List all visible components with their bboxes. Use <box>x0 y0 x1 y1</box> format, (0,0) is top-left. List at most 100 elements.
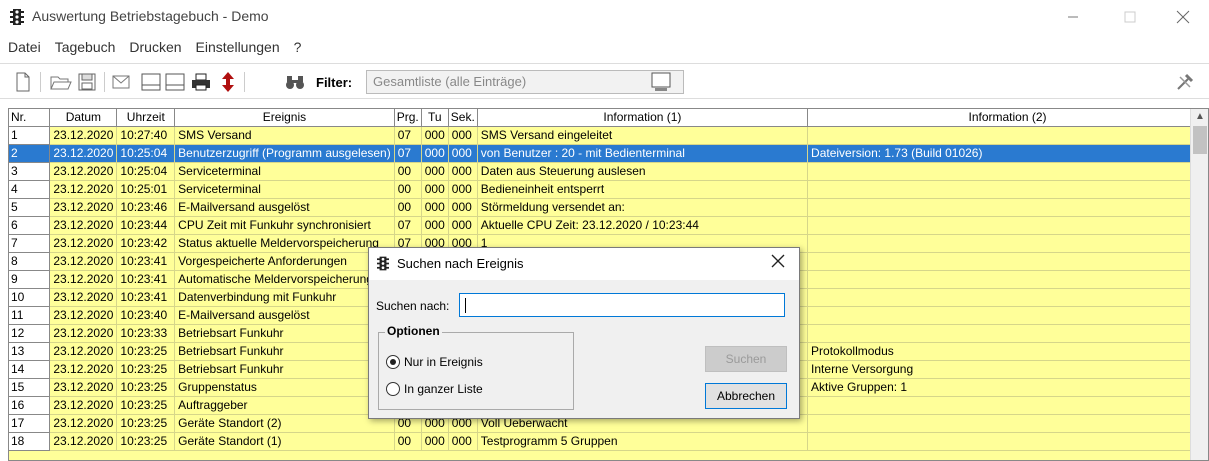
cell-nr: 9 <box>9 270 51 289</box>
cell-nr: 1 <box>9 126 51 145</box>
scroll-up-icon[interactable]: ▲ <box>1195 111 1205 122</box>
column-header-sek[interactable]: Sek. <box>448 109 478 127</box>
table-row[interactable]: 1 23.12.2020 10:27:40 SMS Versand 07 000 000 SM… <box>9 126 1208 145</box>
window-title: Auswertung Betriebstagebuch - Demo <box>32 8 269 24</box>
new-button[interactable] <box>10 70 36 94</box>
binoculars-icon <box>286 76 304 89</box>
table-row[interactable]: 6 23.12.2020 10:23:44 CPU Zeit mit Funkuhr … <box>9 216 1208 235</box>
cell-datum: 23.12.2020 <box>49 324 118 343</box>
cell-tu: 000 <box>421 216 449 235</box>
radio-selected-icon <box>386 355 400 369</box>
cell-sek: 000 <box>448 198 478 217</box>
cell-datum: 23.12.2020 <box>49 216 118 235</box>
cell-prg: 07 <box>394 144 422 163</box>
save-button[interactable] <box>74 70 100 94</box>
cell-datum: 23.12.2020 <box>49 432 118 451</box>
open-folder-icon <box>50 76 72 90</box>
cell-datum: 23.12.2020 <box>49 252 118 271</box>
dialog-close-button[interactable] <box>771 252 785 273</box>
cell-ereignis: Betriebsart Funkuhr <box>174 360 395 379</box>
suchen-button[interactable]: Suchen <box>705 346 787 372</box>
cell-info2 <box>807 234 1208 253</box>
cell-ereignis: E-Mailversand ausgelöst <box>174 306 395 325</box>
cell-nr: 16 <box>9 396 51 415</box>
abbrechen-button[interactable]: Abbrechen <box>705 383 787 409</box>
menu-tagebuch[interactable]: Tagebuch <box>48 39 123 55</box>
window-view-2-button[interactable] <box>162 70 188 94</box>
minimize-button[interactable] <box>1050 4 1096 30</box>
options-group-label: Optionen <box>385 324 442 338</box>
table-row[interactable]: 5 23.12.2020 10:23:46 E-Mailversand ausgelö… <box>9 198 1208 217</box>
cell-info2: Protokollmodus <box>807 342 1208 361</box>
column-header-ereignis[interactable]: Ereignis <box>174 109 395 127</box>
sort-button[interactable] <box>215 70 241 94</box>
cell-datum: 23.12.2020 <box>49 270 118 289</box>
dialog-title: Suchen nach Ereignis <box>397 256 524 271</box>
cell-ereignis: Geräte Standort (1) <box>174 432 395 451</box>
menu-einstellungen[interactable]: Einstellungen <box>189 39 287 55</box>
column-header-datum[interactable]: Datum <box>49 109 118 127</box>
cell-info2 <box>807 306 1208 325</box>
window-icon <box>141 73 161 91</box>
scrollbar-thumb[interactable] <box>1193 126 1207 154</box>
radio-in-ganzer-liste[interactable]: In ganzer Liste <box>386 380 566 398</box>
maximize-icon <box>1124 11 1136 23</box>
window-view-button[interactable] <box>138 70 164 94</box>
table-row[interactable]: 2 23.12.2020 10:25:04 Benutzerzugriff (Prog… <box>9 144 1208 163</box>
cell-ereignis: Serviceterminal <box>174 180 395 199</box>
column-header-uhrzeit[interactable]: Uhrzeit <box>116 109 176 127</box>
cell-info2 <box>807 216 1208 235</box>
column-header-prg[interactable]: Prg. <box>394 109 422 127</box>
table-row[interactable]: 18 23.12.2020 10:23:25 Geräte Standort (1) 0… <box>9 432 1208 451</box>
cell-ereignis: SMS Versand <box>174 126 395 145</box>
cell-uhrzeit: 10:25:04 <box>116 162 176 181</box>
cell-datum: 23.12.2020 <box>49 126 118 145</box>
cell-ereignis: Geräte Standort (2) <box>174 414 395 433</box>
menu-drucken[interactable]: Drucken <box>122 39 188 55</box>
monitor-icon <box>651 72 671 91</box>
open-button[interactable] <box>48 70 74 94</box>
search-input[interactable] <box>459 293 785 317</box>
new-document-icon <box>16 72 30 92</box>
cell-sek: 000 <box>448 144 478 163</box>
close-icon <box>771 254 785 268</box>
maximize-button[interactable] <box>1107 4 1153 30</box>
cell-info1: Störmeldung versendet an: <box>477 198 809 217</box>
column-header-info1[interactable]: Information (1) <box>477 109 809 127</box>
cell-info2 <box>807 432 1208 451</box>
cell-tu: 000 <box>421 198 449 217</box>
cell-uhrzeit: 10:25:01 <box>116 180 176 199</box>
table-row[interactable]: 3 23.12.2020 10:25:04 Serviceterminal 00 000 0… <box>9 162 1208 181</box>
tools-button[interactable] <box>1172 70 1198 94</box>
column-header-info2[interactable]: Information (2) <box>807 109 1208 127</box>
vertical-scrollbar[interactable]: ▲ <box>1190 109 1208 460</box>
print-button[interactable] <box>188 70 214 94</box>
monitor-button[interactable] <box>648 70 674 94</box>
column-header-tu[interactable]: Tu <box>421 109 449 127</box>
cell-info2 <box>807 126 1208 145</box>
cell-nr: 4 <box>9 180 51 199</box>
close-window-button[interactable] <box>1160 4 1206 30</box>
column-header-nr[interactable]: Nr. <box>9 109 51 127</box>
cell-info2 <box>807 324 1208 343</box>
cell-info2 <box>807 198 1208 217</box>
filter-dropdown[interactable]: Gesamtliste (alle Einträge) <box>366 70 684 94</box>
menu-help[interactable]: ? <box>287 39 309 55</box>
menu-datei[interactable]: Datei <box>0 39 48 55</box>
cell-info2 <box>807 396 1208 415</box>
email-button[interactable] <box>108 70 134 94</box>
table-row[interactable]: 4 23.12.2020 10:25:01 Serviceterminal 00 000 0… <box>9 180 1208 199</box>
cell-ereignis: Auftraggeber <box>174 396 395 415</box>
cell-nr: 12 <box>9 324 51 343</box>
search-dialog: Suchen nach Ereignis Suchen nach: Option… <box>368 247 800 419</box>
cell-uhrzeit: 10:23:33 <box>116 324 176 343</box>
cell-uhrzeit: 10:23:25 <box>116 360 176 379</box>
radio-nur-in-ereignis-label: Nur in Ereignis <box>404 355 483 369</box>
traffic-light-icon <box>10 9 24 25</box>
cell-ereignis: Status aktuelle Meldervorspeicherung <box>174 234 395 253</box>
cell-nr: 15 <box>9 378 51 397</box>
radio-nur-in-ereignis[interactable]: Nur in Ereignis <box>386 353 566 371</box>
cell-uhrzeit: 10:23:41 <box>116 270 176 289</box>
cell-prg: 00 <box>394 432 422 451</box>
search-button[interactable] <box>282 70 308 94</box>
